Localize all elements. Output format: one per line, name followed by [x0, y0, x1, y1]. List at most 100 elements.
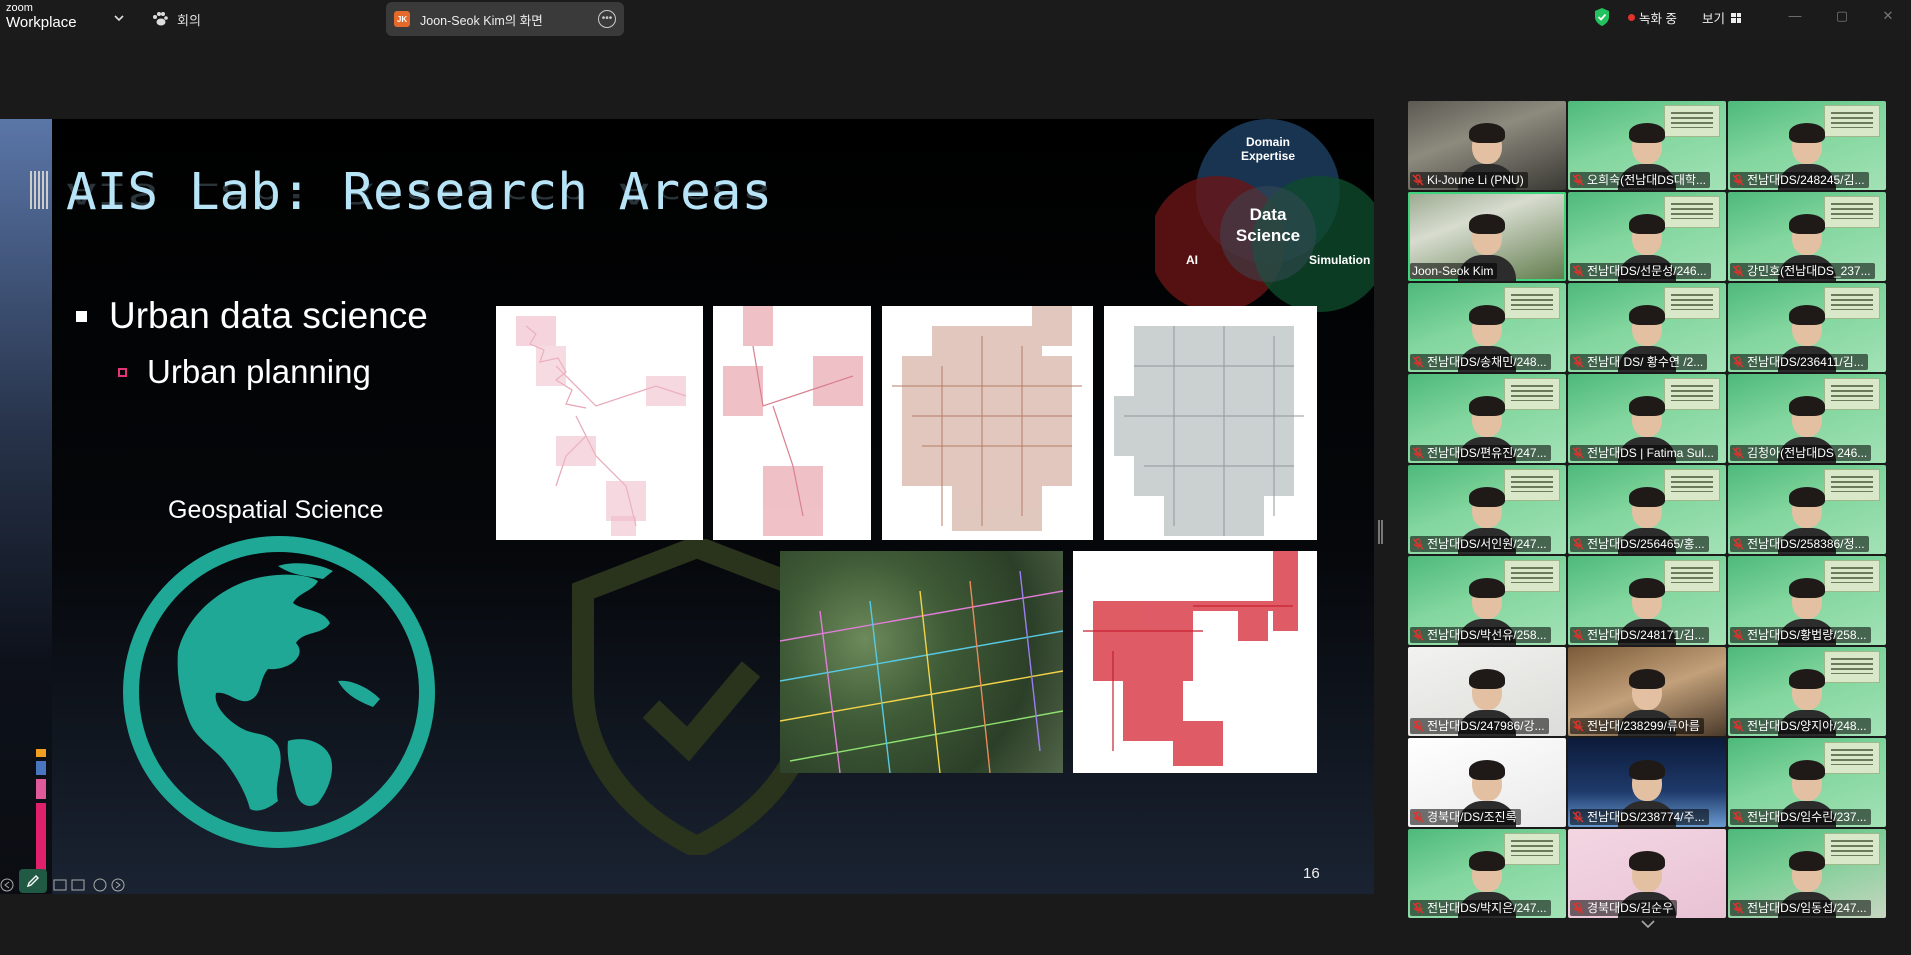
participant-name: 전남대DS/258386/정...: [1747, 537, 1865, 551]
mic-off-icon: [1412, 174, 1424, 186]
mic-off-icon: [1572, 174, 1584, 186]
participant-tile[interactable]: 경북대DS/김순우: [1568, 829, 1726, 918]
participant-tile[interactable]: 전남대DS/서인원/247...: [1408, 465, 1566, 554]
participant-tile[interactable]: 전남대DS/박선유/258...: [1408, 556, 1566, 645]
participant-tile[interactable]: 전남대DS/양지아/248...: [1728, 647, 1886, 736]
mic-off-icon: [1572, 265, 1584, 277]
participant-name: 전남대DS/236411/김...: [1747, 355, 1864, 369]
participant-name: 전남대DS/송채민/248...: [1427, 355, 1547, 369]
participant-name: Ki-Joune Li (PNU): [1427, 173, 1524, 187]
record-dot-icon: [1628, 14, 1635, 21]
participant-name: 전남대DS/248245/김...: [1747, 173, 1865, 187]
participant-name: 전남대DS/247986/강...: [1427, 719, 1545, 733]
chevron-down-scroll-icon[interactable]: [1640, 918, 1656, 930]
bullet1-text: Urban data science: [109, 295, 428, 336]
bullet-square-icon: [76, 310, 87, 322]
participant-tile[interactable]: 전남대 DS/ 황수연 /2...: [1568, 283, 1726, 372]
participant-name: 경북대/DS/조진록: [1427, 810, 1517, 824]
minimize-icon[interactable]: —: [1788, 9, 1802, 23]
mic-off-icon: [1732, 902, 1744, 914]
participant-tile[interactable]: 오희숙(전남대DS대학...: [1568, 101, 1726, 190]
venn-domain-line2: Expertise: [1240, 149, 1296, 163]
mic-off-icon: [1572, 902, 1584, 914]
gallery-resize-handle[interactable]: [1378, 520, 1383, 544]
participant-name-label: 전남대/238299/류아름: [1570, 718, 1704, 734]
slide-tick-decor: [30, 171, 50, 209]
terrain-network-image: [780, 551, 1063, 773]
mic-off-icon: [1732, 447, 1744, 459]
mic-off-icon: [1412, 720, 1424, 732]
participant-tile[interactable]: 전남대DS/256465/홍...: [1568, 465, 1726, 554]
participant-tile[interactable]: 전남대DS/236411/김...: [1728, 283, 1886, 372]
participant-tile[interactable]: 전남대DS | Fatima Sul...: [1568, 374, 1726, 463]
participant-tile[interactable]: 전남대DS/238774/주...: [1568, 738, 1726, 827]
view-button[interactable]: 보기: [1702, 8, 1742, 27]
participant-tile[interactable]: 전남대DS/황법량/258...: [1728, 556, 1886, 645]
participant-name-label: 전남대 DS/ 황수연 /2...: [1570, 354, 1708, 370]
more-icon[interactable]: •••: [598, 10, 616, 28]
screen-share-indicator[interactable]: JK Joon-Seok Kim의 화면 •••: [386, 2, 624, 36]
participant-name-label: 전남대DS/황법량/258...: [1730, 627, 1871, 643]
participant-name: 전남대DS/박선유/258...: [1427, 628, 1547, 642]
grid-icon: [1731, 12, 1742, 23]
participant-name-label: 전남대DS/임동섭/247...: [1730, 900, 1871, 916]
network-image-4: [1104, 306, 1317, 540]
slide-controls[interactable]: [0, 877, 140, 893]
sharer-avatar: JK: [394, 11, 410, 27]
participant-name: 김청아(전남대DS 246...: [1747, 446, 1868, 460]
presenter-color-strip: [36, 749, 46, 889]
participant-tile[interactable]: 전남대DS/편유진/247...: [1408, 374, 1566, 463]
venn-domain-line1: Domain: [1245, 135, 1290, 149]
participant-tile[interactable]: 전남대DS/임동섭/247...: [1728, 829, 1886, 918]
participant-tile[interactable]: 전남대DS/258386/정...: [1728, 465, 1886, 554]
globe-icon: [123, 536, 435, 848]
participant-tile[interactable]: Joon-Seok Kim: [1408, 192, 1566, 281]
maximize-icon[interactable]: ▢: [1835, 9, 1849, 23]
participant-tile[interactable]: 전남대/238299/류아름: [1568, 647, 1726, 736]
participant-name: 전남대DS/248171/김...: [1587, 628, 1705, 642]
participant-tile[interactable]: 전남대DS/선문성/246...: [1568, 192, 1726, 281]
participant-name-label: 전남대DS/236411/김...: [1730, 354, 1868, 370]
mic-off-icon: [1732, 174, 1744, 186]
close-icon[interactable]: ✕: [1881, 9, 1895, 23]
mic-off-icon: [1412, 447, 1424, 459]
participant-name: 전남대 DS/ 황수연 /2...: [1587, 355, 1704, 369]
participant-tile[interactable]: 경북대/DS/조진록: [1408, 738, 1566, 827]
mic-off-icon: [1572, 356, 1584, 368]
participant-tile[interactable]: 강민호(전남대DS_237...: [1728, 192, 1886, 281]
participant-name: 전남대DS/서인원/247...: [1427, 537, 1547, 551]
chevron-down-icon[interactable]: [112, 11, 126, 25]
participant-name-label: 전남대DS/248245/김...: [1730, 172, 1869, 188]
participant-name: 전남대DS/임수린/237...: [1747, 810, 1867, 824]
mic-off-icon: [1572, 447, 1584, 459]
slide-title-reflection: AIS Lab: Research Areas: [66, 176, 773, 209]
participant-tile[interactable]: 전남대DS/247986/강...: [1408, 647, 1566, 736]
mic-off-icon: [1572, 811, 1584, 823]
mic-off-icon: [1732, 811, 1744, 823]
mic-off-icon: [1732, 265, 1744, 277]
meeting-menu-button[interactable]: 회의: [151, 8, 201, 30]
mic-off-icon: [1412, 356, 1424, 368]
shield-check-icon[interactable]: [1593, 7, 1611, 27]
view-label: 보기: [1702, 12, 1726, 26]
recording-indicator[interactable]: 녹화 중: [1628, 8, 1677, 27]
participant-name: 오희숙(전남대DS대학...: [1587, 173, 1706, 187]
participant-gallery: Ki-Joune Li (PNU) 오희숙(전남대DS대학... 전남대DS/248…: [1408, 101, 1888, 918]
participant-tile[interactable]: 전남대DS/248171/김...: [1568, 556, 1726, 645]
mic-off-icon: [1732, 538, 1744, 550]
participant-tile[interactable]: 전남대DS/248245/김...: [1728, 101, 1886, 190]
participant-name-label: 전남대DS/송채민/248...: [1410, 354, 1551, 370]
venn-simulation-label: Simulation: [1309, 253, 1371, 267]
participant-tile[interactable]: Ki-Joune Li (PNU): [1408, 101, 1566, 190]
participant-tile[interactable]: 김청아(전남대DS 246...: [1728, 374, 1886, 463]
bullet2-text: Urban planning: [147, 353, 371, 390]
participant-name-label: 전남대DS/박선유/258...: [1410, 627, 1551, 643]
participant-name: 전남대DS/황법량/258...: [1747, 628, 1867, 642]
participant-tile[interactable]: 전남대DS/송채민/248...: [1408, 283, 1566, 372]
participant-name-label: 경북대/DS/조진록: [1410, 809, 1521, 825]
recording-label: 녹화 중: [1639, 12, 1677, 26]
participant-tile[interactable]: 전남대DS/임수린/237...: [1728, 738, 1886, 827]
bullet-hollow-square-icon: [118, 367, 127, 377]
participant-tile[interactable]: 전남대DS/박지은/247...: [1408, 829, 1566, 918]
mic-off-icon: [1732, 356, 1744, 368]
